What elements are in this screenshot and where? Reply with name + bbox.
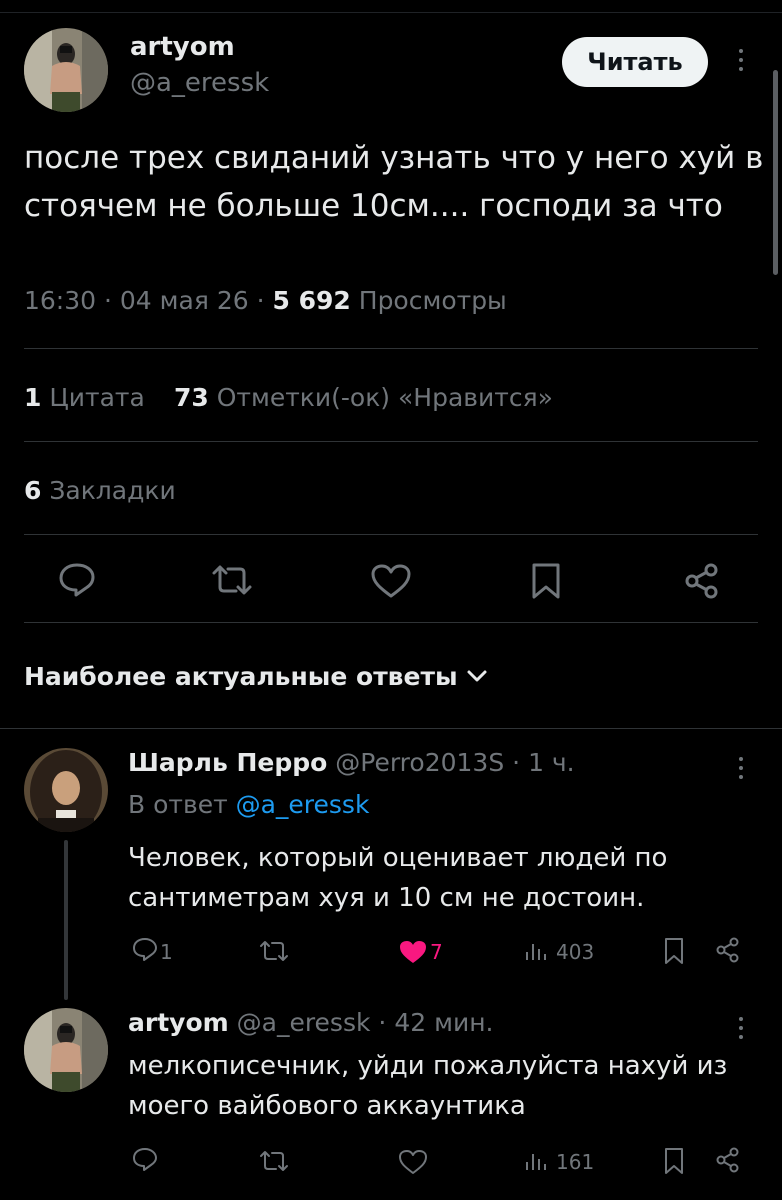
reply-text: мелкописечник, уйди пожалуйста нахуй из … <box>128 1051 728 1121</box>
follow-button[interactable]: Читать <box>562 37 708 87</box>
reply-views-count: 403 <box>556 940 595 964</box>
author-name[interactable]: artyom <box>130 32 235 62</box>
like-icon[interactable] <box>398 939 428 965</box>
chevron-down-icon[interactable] <box>466 668 488 688</box>
reply-icon[interactable] <box>58 562 96 598</box>
bookmark-icon[interactable] <box>530 562 562 600</box>
bookmarks-stat[interactable]: 6 Закладки <box>24 476 176 505</box>
tweet-meta: 16:30 · 04 мая 26 · 5 692 Просмотры <box>24 286 507 315</box>
meta-separator: · <box>378 1008 387 1037</box>
reply-author-name[interactable]: Шарль Перро <box>128 748 327 777</box>
author-avatar[interactable] <box>24 28 108 112</box>
like-icon[interactable] <box>398 1149 428 1175</box>
tweet-date[interactable]: 04 мая 26 <box>120 286 249 315</box>
reply-icon[interactable] <box>132 1147 158 1173</box>
reply-author-handle[interactable]: @Perro2013S <box>335 748 504 777</box>
divider <box>24 534 758 535</box>
reply-likes-count: 7 <box>430 940 443 964</box>
quotes-stat[interactable]: 1 Цитата <box>24 383 145 412</box>
replying-to-handle[interactable]: @a_eressk <box>236 790 370 819</box>
thread-line <box>64 840 68 1000</box>
retweet-icon[interactable] <box>258 1149 290 1173</box>
likes-label: Отметки(-ок) «Нравится» <box>216 383 553 412</box>
author-handle[interactable]: @a_eressk <box>130 68 269 98</box>
reply-text: Человек, который оценивает людей по сант… <box>128 843 668 913</box>
reply-time[interactable]: 42 мин. <box>394 1008 493 1037</box>
quotes-count: 1 <box>24 383 42 412</box>
more-icon[interactable] <box>731 752 751 788</box>
divider <box>0 728 782 729</box>
meta-separator: · <box>256 286 273 315</box>
replies-sort-title[interactable]: Наиболее актуальные ответы <box>24 662 458 691</box>
share-icon[interactable] <box>714 936 742 964</box>
meta-separator: · <box>104 286 120 315</box>
share-icon[interactable] <box>682 561 722 601</box>
scrollbar[interactable] <box>773 70 778 275</box>
tweet-detail-page: artyom @a_eressk Читать после трех свида… <box>0 0 782 1200</box>
meta-separator: · <box>512 748 521 777</box>
reply-avatar[interactable] <box>24 1008 108 1092</box>
views-label: Просмотры <box>358 286 507 315</box>
divider <box>24 348 758 349</box>
replying-to: В ответ @a_eressk <box>128 790 369 819</box>
reply-header: artyom @a_eressk · 42 мин. <box>128 1008 494 1037</box>
reply-time[interactable]: 1 ч. <box>528 748 575 777</box>
views-count: 5 692 <box>272 286 351 315</box>
bookmark-icon[interactable] <box>663 1147 685 1175</box>
top-divider <box>0 12 782 13</box>
reply-icon[interactable] <box>132 937 158 963</box>
reply-views-count: 161 <box>556 1150 595 1174</box>
bookmarks-label: Закладки <box>49 476 176 505</box>
more-icon[interactable] <box>731 44 751 80</box>
views-icon[interactable] <box>524 940 548 962</box>
likes-stat[interactable]: 73 Отметки(-ок) «Нравится» <box>174 383 553 412</box>
views-icon[interactable] <box>524 1150 548 1172</box>
divider <box>24 622 758 623</box>
bookmark-icon[interactable] <box>663 937 685 965</box>
reply-author-handle[interactable]: @a_eressk <box>237 1008 371 1037</box>
reply-author-name[interactable]: artyom <box>128 1008 229 1037</box>
replying-to-prefix: В ответ <box>128 790 228 819</box>
retweet-icon[interactable] <box>210 563 254 597</box>
share-icon[interactable] <box>714 1146 742 1174</box>
tweet-time[interactable]: 16:30 <box>24 286 96 315</box>
like-icon[interactable] <box>370 563 412 599</box>
divider <box>24 441 758 442</box>
more-icon[interactable] <box>731 1012 751 1048</box>
reply-avatar[interactable] <box>24 748 108 832</box>
retweet-icon[interactable] <box>258 939 290 963</box>
reply-header: Шарль Перро @Perro2013S · 1 ч. <box>128 748 575 777</box>
tweet-text: после трех свиданий узнать что у него ху… <box>24 140 764 224</box>
likes-count: 73 <box>174 383 209 412</box>
quotes-label: Цитата <box>49 383 145 412</box>
reply-replies-count: 1 <box>160 940 173 964</box>
bookmarks-count: 6 <box>24 476 42 505</box>
